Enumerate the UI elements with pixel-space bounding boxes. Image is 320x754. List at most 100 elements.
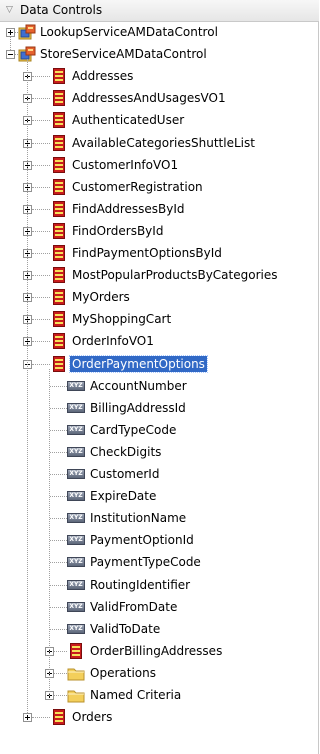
collection-icon [50, 112, 68, 129]
tree-guide-root [10, 37, 11, 51]
attribute-icon: XYZ [67, 488, 85, 505]
collection-icon [50, 68, 68, 85]
tree-item-label: MyOrders [72, 290, 130, 305]
collection-icon [50, 222, 68, 240]
expand-icon[interactable] [6, 28, 15, 37]
attribute-icon: XYZ [67, 444, 85, 461]
tree-item-find-payment-options-by-id[interactable]: FindPaymentOptionsById [0, 243, 319, 265]
tree-connector-line [32, 98, 50, 100]
tree-connector-line [32, 717, 50, 719]
attribute-icon: XYZ [67, 422, 85, 439]
tree-connector-line [50, 540, 67, 542]
tree-item-account-number[interactable]: XYZ AccountNumber [0, 376, 319, 398]
tree-connector-line [54, 650, 67, 652]
collection-icon [67, 642, 85, 660]
tree-item-find-orders-by-id[interactable]: FindOrdersById [0, 221, 319, 243]
tree-connector-line [32, 297, 50, 299]
tree-item-addresses-and-usages-vo1[interactable]: AddressesAndUsagesVO1 [0, 88, 319, 110]
tree-item-label: MostPopularProductsByCategories [72, 268, 278, 283]
tree-item-label: ValidToDate [90, 621, 161, 636]
tree-item-valid-from-date[interactable]: XYZ ValidFromDate [0, 597, 319, 619]
tree-item-label: ValidFromDate [90, 599, 178, 614]
tree-item-orders[interactable]: Orders [0, 707, 319, 729]
tree-item-order-payment-options[interactable]: OrderPaymentOptions [0, 354, 319, 376]
collection-icon [50, 289, 68, 306]
tree-item-label: CustomerInfoVO1 [72, 157, 179, 172]
tree-connector-line [50, 407, 67, 409]
tree-item-customer-id[interactable]: XYZ CustomerId [0, 464, 319, 486]
tree-item-label: CardTypeCode [90, 422, 177, 437]
tree-item-label: StoreServiceAMDataControl [40, 47, 207, 62]
tree-item-expire-date[interactable]: XYZ ExpireDate [0, 486, 319, 508]
tree-item-authenticated-user[interactable]: AuthenticatedUser [0, 110, 319, 132]
tree-item-find-addresses-by-id[interactable]: FindAddressesById [0, 199, 319, 221]
tree-item-available-categories-shuttle-list[interactable]: AvailableCategoriesShuttleList [0, 133, 319, 155]
tree-connector-line [32, 230, 50, 232]
tree-item-label: AccountNumber [90, 378, 187, 393]
tree-item-label: FindOrdersById [72, 223, 164, 238]
tree-item-most-popular-products-by-categories[interactable]: MostPopularProductsByCategories [0, 265, 319, 287]
tree-item-payment-option-id[interactable]: XYZ PaymentOptionId [0, 530, 319, 552]
tree-item-label: CustomerId [90, 467, 160, 481]
tree-item-billing-address-id[interactable]: XYZ BillingAddressId [0, 398, 319, 420]
tree-connector-line [32, 275, 50, 277]
tree-item-my-orders[interactable]: MyOrders [0, 287, 319, 309]
collection-icon [50, 245, 68, 262]
tree-connector-line [50, 628, 67, 630]
tree-connector-line [32, 120, 50, 122]
tree-item-payment-type-code[interactable]: XYZ PaymentTypeCode [0, 552, 319, 574]
tree-guide-level-2 [49, 368, 50, 696]
tree-item-label: OrderInfoVO1 [72, 334, 154, 349]
tree-item-card-type-code[interactable]: XYZ CardTypeCode [0, 420, 319, 442]
tree-item-label: Named Criteria [90, 688, 182, 702]
expand-icon[interactable] [23, 713, 32, 723]
tree-item-label: OrderPaymentOptions [69, 354, 208, 373]
tree-connector-line [32, 208, 50, 210]
tree-item-label: CustomerRegistration [72, 179, 203, 194]
attribute-icon: XYZ [67, 466, 85, 483]
tree-item-routing-identifier[interactable]: XYZ RoutingIdentifier [0, 575, 319, 597]
tree-item-institution-name[interactable]: XYZ InstitutionName [0, 508, 319, 530]
tree-item-my-shopping-cart[interactable]: MyShoppingCart [0, 309, 319, 331]
tree-item-addresses[interactable]: Addresses [0, 66, 319, 88]
attribute-icon: XYZ [67, 554, 85, 571]
tree-connector-line [50, 451, 67, 453]
panel-header[interactable]: ▽ Data Controls [0, 0, 319, 22]
tree-connector-line [50, 562, 67, 564]
tree-item-label: AuthenticatedUser [72, 113, 185, 128]
collection-icon [50, 134, 68, 152]
tree-item-order-info-vo1[interactable]: OrderInfoVO1 [0, 331, 319, 353]
tree-item-label: PaymentOptionId [90, 533, 194, 548]
tree-item-label: Addresses [72, 69, 134, 84]
tree-item-label: AvailableCategoriesShuttleList [72, 135, 255, 150]
collection-icon [50, 311, 68, 328]
data-controls-panel: ▽ Data Controls LookupServiceAMDataContr… [0, 0, 319, 754]
tree-item-label: AddressesAndUsagesVO1 [72, 91, 226, 106]
tree-item-label: Orders [72, 710, 113, 725]
tree-connector-line [32, 253, 50, 254]
tree-connector-line [32, 164, 50, 166]
tree-item-check-digits[interactable]: XYZ CheckDigits [0, 442, 319, 464]
tree-connector-line [50, 474, 67, 475]
tree-connector-line [32, 186, 50, 188]
tree-connector-line [32, 76, 50, 78]
collapse-triangle-icon[interactable]: ▽ [6, 5, 13, 15]
tree-connector-line [32, 341, 50, 343]
tree-connector-line [50, 606, 67, 608]
tree-item-lookup-service-amdata-control[interactable]: LookupServiceAMDataControl [0, 22, 319, 44]
attribute-icon: XYZ [67, 599, 85, 616]
tree-item-named-criteria[interactable]: Named Criteria [0, 685, 319, 707]
tree-item-store-service-amdata-control[interactable]: StoreServiceAMDataControl [0, 44, 319, 66]
tree-item-customer-info-vo1[interactable]: CustomerInfoVO1 [0, 155, 319, 177]
attribute-icon: XYZ [67, 510, 85, 527]
tree-item-customer-registration[interactable]: CustomerRegistration [0, 177, 319, 199]
attribute-icon: XYZ [67, 400, 85, 417]
collection-icon [50, 200, 68, 218]
tree-item-order-billing-addresses[interactable]: OrderBillingAddresses [0, 641, 319, 663]
tree-item-valid-to-date[interactable]: XYZ ValidToDate [0, 619, 319, 641]
tree-connector-line [50, 584, 67, 586]
attribute-icon: XYZ [67, 621, 85, 638]
collapse-icon[interactable] [6, 50, 15, 60]
collection-icon [50, 90, 68, 107]
tree-item-operations[interactable]: Operations [0, 663, 319, 685]
